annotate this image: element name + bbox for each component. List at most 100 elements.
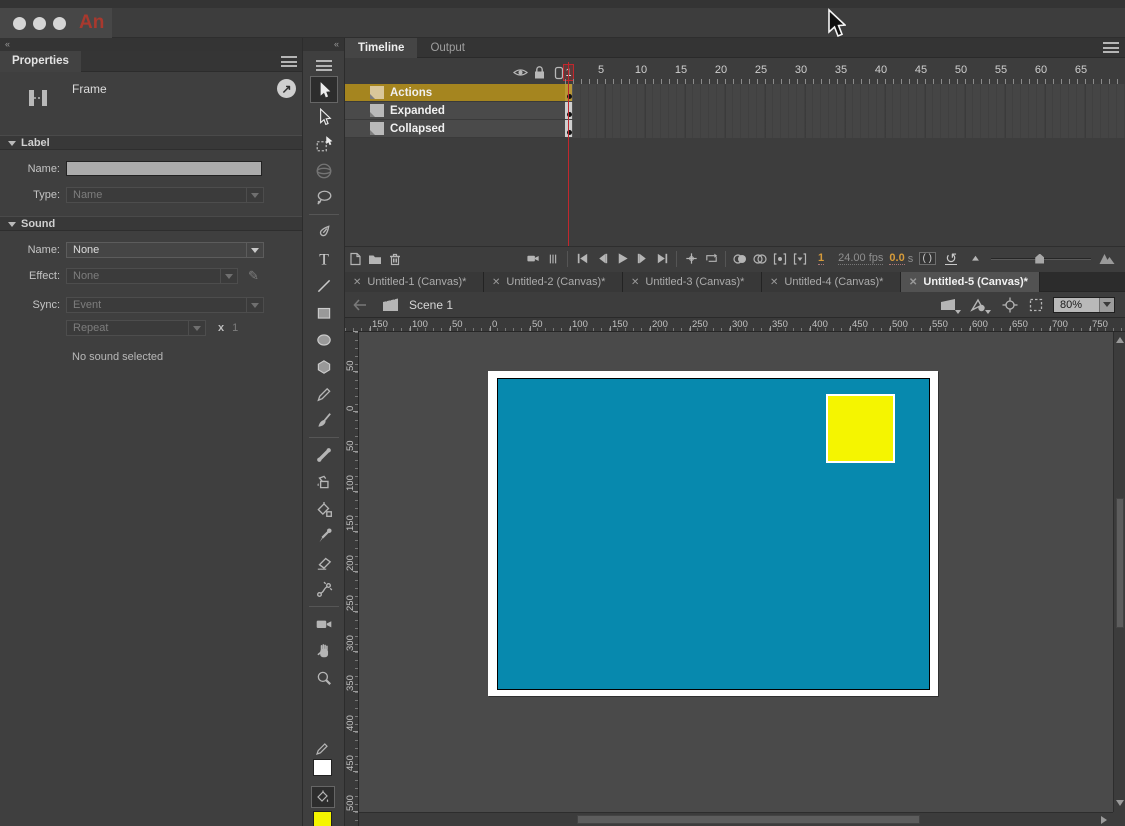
- modify-markers-icon[interactable]: [790, 250, 810, 268]
- shrink-frames-icon[interactable]: [965, 250, 985, 268]
- keyframe-cell[interactable]: [565, 84, 573, 101]
- timeline-tab-timeline[interactable]: Timeline: [345, 38, 417, 58]
- hand-tool[interactable]: [310, 637, 338, 664]
- document-tab-2[interactable]: ✕Untitled-2 (Canvas)*: [484, 272, 623, 292]
- timeline-zoom-thumb[interactable]: [1035, 254, 1044, 264]
- polystar-tool[interactable]: [310, 353, 338, 380]
- scroll-down-icon[interactable]: [1116, 800, 1124, 806]
- ink-bottle-tool[interactable]: [310, 468, 338, 495]
- insert-camera-icon[interactable]: [523, 250, 543, 268]
- show-layer-depth-icon[interactable]: [543, 250, 563, 268]
- stroke-color-swatch[interactable]: [313, 759, 332, 776]
- loop-icon[interactable]: [701, 250, 721, 268]
- eyedropper-tool[interactable]: [310, 522, 338, 549]
- document-tab-3[interactable]: ✕Untitled-3 (Canvas)*: [623, 272, 762, 292]
- 3d-rotation-tool[interactable]: [310, 157, 338, 184]
- layer-row-expanded[interactable]: Expanded: [345, 102, 1125, 120]
- horizontal-scrollbar[interactable]: [345, 812, 1113, 826]
- scroll-up-icon[interactable]: [1116, 337, 1124, 343]
- close-button[interactable]: [13, 17, 26, 30]
- paint-bucket-tool[interactable]: [310, 495, 338, 522]
- fps-value[interactable]: 24.00 fps: [838, 252, 883, 265]
- text-tool[interactable]: T: [310, 245, 338, 272]
- paint-brush-tool[interactable]: [310, 407, 338, 434]
- scroll-right-icon[interactable]: [1101, 816, 1107, 824]
- rectangle-tool[interactable]: [310, 299, 338, 326]
- timeline-zoom-slider[interactable]: [991, 252, 1091, 266]
- close-tab-icon[interactable]: ✕: [770, 277, 778, 288]
- step-forward-icon[interactable]: [632, 250, 652, 268]
- section-header-sound[interactable]: Sound: [0, 216, 302, 231]
- scene-name-label[interactable]: Scene 1: [409, 298, 453, 312]
- play-icon[interactable]: [612, 250, 632, 268]
- timeline-tab-output[interactable]: Output: [417, 38, 478, 58]
- bone-tool[interactable]: [310, 441, 338, 468]
- eraser-tool[interactable]: [310, 549, 338, 576]
- go-last-frame-icon[interactable]: [652, 250, 672, 268]
- keyframe-cell[interactable]: [565, 102, 573, 119]
- new-folder-icon[interactable]: [365, 250, 385, 268]
- close-tab-icon[interactable]: ✕: [492, 277, 500, 288]
- elapsed-time-value[interactable]: 0.0: [889, 252, 904, 265]
- panel-menu-icon[interactable]: [281, 56, 297, 67]
- close-tab-icon[interactable]: ✕: [353, 277, 361, 288]
- reset-timeline-zoom-icon[interactable]: ↺: [941, 250, 961, 268]
- zoom-button[interactable]: [53, 17, 66, 30]
- sound-name-dropdown[interactable]: None: [66, 242, 264, 258]
- layer-frames-strip[interactable]: [565, 120, 1125, 138]
- layer-frames-strip[interactable]: [565, 102, 1125, 120]
- label-name-input[interactable]: [66, 161, 262, 176]
- line-tool[interactable]: [310, 272, 338, 299]
- document-tab-1[interactable]: ✕Untitled-1 (Canvas)*: [345, 272, 484, 292]
- horizontal-scroll-thumb[interactable]: [577, 815, 920, 824]
- layer-frames-strip[interactable]: [565, 84, 1125, 102]
- camera-tool[interactable]: [310, 610, 338, 637]
- fill-color-swatch[interactable]: [313, 811, 332, 826]
- onion-skin-outlines-icon[interactable]: [750, 250, 770, 268]
- new-layer-icon[interactable]: [345, 250, 365, 268]
- asset-warp-tool[interactable]: [310, 576, 338, 603]
- document-tab-5[interactable]: ✕Untitled-5 (Canvas)*: [901, 272, 1040, 292]
- document-tab-4[interactable]: ✕Untitled-4 (Canvas)*: [762, 272, 901, 292]
- layer-row-actions[interactable]: Actions✎: [345, 84, 1125, 102]
- collapse-tools-strip[interactable]: «: [303, 38, 344, 51]
- fill-color-bucket-button[interactable]: [311, 786, 335, 808]
- keyframe-cell[interactable]: [565, 120, 573, 137]
- vertical-scroll-thumb[interactable]: [1116, 498, 1124, 628]
- minimize-button[interactable]: [33, 17, 46, 30]
- step-back-icon[interactable]: [592, 250, 612, 268]
- lock-icon[interactable]: [533, 65, 546, 80]
- subselection-tool[interactable]: [310, 103, 338, 130]
- collapse-panel-strip[interactable]: «: [0, 38, 302, 51]
- enlarge-frames-icon[interactable]: [1097, 250, 1117, 268]
- center-stage-icon[interactable]: [999, 295, 1021, 315]
- close-tab-icon[interactable]: ✕: [909, 277, 917, 288]
- pen-tool[interactable]: [310, 218, 338, 245]
- pencil-tool[interactable]: [310, 380, 338, 407]
- section-header-label[interactable]: Label: [0, 135, 302, 150]
- timeline-menu-icon[interactable]: [1103, 42, 1119, 53]
- onion-skin-icon[interactable]: [730, 250, 750, 268]
- paren-toggle-icon[interactable]: ( ): [917, 250, 937, 268]
- go-first-frame-icon[interactable]: [572, 250, 592, 268]
- layer-row-collapsed[interactable]: Collapsed: [345, 120, 1125, 138]
- stage-zoom-select[interactable]: 80%: [1053, 297, 1115, 313]
- tab-properties[interactable]: Properties: [0, 51, 81, 72]
- tools-menu-icon[interactable]: [316, 60, 332, 71]
- free-transform-tool[interactable]: [310, 130, 338, 157]
- repeat-count-value[interactable]: 1: [232, 322, 238, 334]
- yellow-square-shape[interactable]: [826, 394, 895, 463]
- trash-icon[interactable]: [385, 250, 405, 268]
- lasso-tool[interactable]: [310, 184, 338, 211]
- footer-current-frame[interactable]: 1: [818, 252, 824, 265]
- clip-content-icon[interactable]: [1025, 295, 1047, 315]
- eye-icon[interactable]: [513, 66, 528, 79]
- playhead[interactable]: [568, 62, 569, 246]
- selection-tool[interactable]: [310, 76, 338, 103]
- help-link-button[interactable]: ↗: [277, 79, 296, 98]
- zoom-tool[interactable]: [310, 664, 338, 691]
- oval-tool[interactable]: [310, 326, 338, 353]
- vertical-scrollbar[interactable]: [1113, 332, 1125, 812]
- back-arrow-icon[interactable]: [349, 295, 371, 315]
- close-tab-icon[interactable]: ✕: [631, 277, 639, 288]
